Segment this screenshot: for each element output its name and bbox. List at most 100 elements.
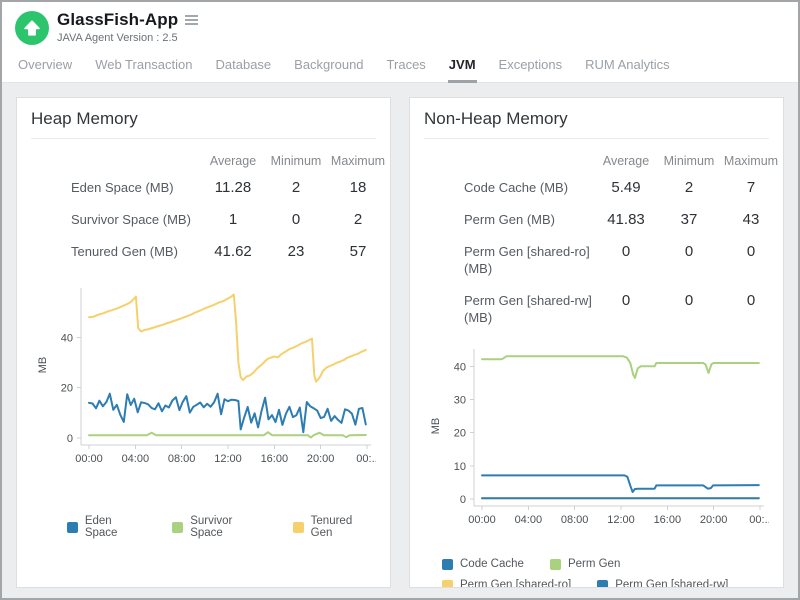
value-maximum: 2 <box>327 211 389 228</box>
tab-traces[interactable]: Traces <box>386 53 427 83</box>
heap-memory-panel: Heap Memory Average Minimum Maximum Eden… <box>16 97 391 588</box>
svg-text:20: 20 <box>61 383 73 395</box>
svg-text:12:00: 12:00 <box>214 453 242 465</box>
value-maximum: 18 <box>327 179 389 196</box>
heap-memory-chart[interactable]: 0204000:0004:0008:0012:0016:0020:0000:..… <box>31 280 376 483</box>
column-header-minimum: Minimum <box>265 153 327 170</box>
value-minimum: 0 <box>658 292 720 309</box>
heap-stats-table: Average Minimum Maximum Eden Space (MB) … <box>31 153 389 260</box>
tab-background[interactable]: Background <box>293 53 364 83</box>
value-minimum: 0 <box>265 211 327 228</box>
row-label: Eden Space (MB) <box>31 179 201 196</box>
svg-text:40: 40 <box>61 332 73 344</box>
table-header-row: Average Minimum Maximum <box>31 153 389 170</box>
row-label: Code Cache (MB) <box>424 179 594 196</box>
table-row: Code Cache (MB) 5.49 2 7 <box>424 179 782 196</box>
svg-text:40: 40 <box>454 361 466 373</box>
svg-text:00:..: 00:.. <box>356 453 376 465</box>
legend-item[interactable]: Perm Gen [shared-rw] <box>597 579 728 588</box>
svg-text:0: 0 <box>67 433 73 445</box>
non-heap-memory-chart-svg[interactable]: 01020304000:0004:0008:0012:0016:0020:000… <box>424 341 769 539</box>
svg-text:0: 0 <box>460 494 466 506</box>
legend-swatch <box>442 559 453 570</box>
column-header-maximum: Maximum <box>327 153 389 170</box>
legend-swatch <box>550 559 561 570</box>
value-maximum: 0 <box>720 243 782 260</box>
table-row: Perm Gen (MB) 41.83 37 43 <box>424 211 782 228</box>
tab-overview[interactable]: Overview <box>17 53 73 83</box>
column-header-maximum: Maximum <box>720 153 782 170</box>
legend-swatch <box>293 522 304 533</box>
row-label: Perm Gen (MB) <box>424 211 594 228</box>
value-minimum: 0 <box>658 243 720 260</box>
tab-bar: Overview Web Transaction Database Backgr… <box>2 47 798 83</box>
value-average: 0 <box>594 243 658 260</box>
panel-title: Non-Heap Memory <box>424 109 769 139</box>
svg-text:04:00: 04:00 <box>122 453 150 465</box>
value-maximum: 7 <box>720 179 782 196</box>
table-row: Perm Gen [shared-rw] (MB) 0 0 0 <box>424 292 782 326</box>
legend-swatch <box>172 522 183 533</box>
svg-text:04:00: 04:00 <box>515 514 543 526</box>
svg-text:20:00: 20:00 <box>700 514 728 526</box>
value-average: 41.83 <box>594 211 658 228</box>
tab-database[interactable]: Database <box>215 53 273 83</box>
value-average: 0 <box>594 292 658 309</box>
column-header-average: Average <box>201 153 265 170</box>
legend-swatch <box>597 580 608 589</box>
value-average: 11.28 <box>201 179 265 196</box>
app-header: GlassFish-App JAVA Agent Version : 2.5 <box>2 2 798 47</box>
column-header-average: Average <box>594 153 658 170</box>
jvm-content-area: Heap Memory Average Minimum Maximum Eden… <box>2 83 798 598</box>
value-minimum: 2 <box>658 179 720 196</box>
svg-text:12:00: 12:00 <box>607 514 635 526</box>
svg-text:20:00: 20:00 <box>307 453 335 465</box>
svg-text:00:..: 00:.. <box>749 514 769 526</box>
row-label: Perm Gen [shared-rw] (MB) <box>424 292 594 326</box>
svg-text:08:00: 08:00 <box>168 453 196 465</box>
legend-item[interactable]: Tenured Gen <box>293 515 376 539</box>
legend-item[interactable]: Perm Gen <box>550 558 620 570</box>
non-heap-memory-chart[interactable]: 01020304000:0004:0008:0012:0016:0020:000… <box>424 341 769 544</box>
tab-jvm[interactable]: JVM <box>448 53 477 83</box>
svg-text:16:00: 16:00 <box>654 514 682 526</box>
legend-item[interactable]: Code Cache <box>442 558 524 570</box>
table-header-row: Average Minimum Maximum <box>424 153 782 170</box>
table-row: Perm Gen [shared-ro] (MB) 0 0 0 <box>424 243 782 277</box>
value-average: 1 <box>201 211 265 228</box>
value-minimum: 2 <box>265 179 327 196</box>
hamburger-menu-icon[interactable] <box>183 13 200 27</box>
svg-text:10: 10 <box>454 461 466 473</box>
legend-item[interactable]: Survivor Space <box>172 515 266 539</box>
panel-title: Heap Memory <box>31 109 376 139</box>
value-maximum: 43 <box>720 211 782 228</box>
legend-item[interactable]: Perm Gen [shared-ro] <box>442 579 571 588</box>
value-minimum: 23 <box>265 243 327 260</box>
table-row: Survivor Space (MB) 1 0 2 <box>31 211 389 228</box>
non-heap-memory-panel: Non-Heap Memory Average Minimum Maximum … <box>409 97 784 588</box>
column-header-minimum: Minimum <box>658 153 720 170</box>
up-arrow-icon <box>22 18 42 38</box>
svg-text:00:00: 00:00 <box>468 514 496 526</box>
svg-text:MB: MB <box>37 357 49 374</box>
heap-memory-chart-svg[interactable]: 0204000:0004:0008:0012:0016:0020:0000:..… <box>31 280 376 478</box>
svg-text:08:00: 08:00 <box>561 514 589 526</box>
value-minimum: 37 <box>658 211 720 228</box>
legend-item[interactable]: Eden Space <box>67 515 146 539</box>
tab-exceptions[interactable]: Exceptions <box>498 53 564 83</box>
svg-text:MB: MB <box>430 418 442 435</box>
app-status-icon <box>15 11 49 45</box>
agent-version-label: JAVA Agent Version : 2.5 <box>57 32 200 44</box>
value-maximum: 0 <box>720 292 782 309</box>
row-label: Survivor Space (MB) <box>31 211 201 228</box>
legend-swatch <box>67 522 78 533</box>
table-row: Tenured Gen (MB) 41.62 23 57 <box>31 243 389 260</box>
row-label: Tenured Gen (MB) <box>31 243 201 260</box>
value-average: 5.49 <box>594 179 658 196</box>
table-row: Eden Space (MB) 11.28 2 18 <box>31 179 389 196</box>
row-label: Perm Gen [shared-ro] (MB) <box>424 243 594 277</box>
non-heap-stats-table: Average Minimum Maximum Code Cache (MB) … <box>424 153 782 326</box>
tab-web-transaction[interactable]: Web Transaction <box>94 53 193 83</box>
tab-rum-analytics[interactable]: RUM Analytics <box>584 53 671 83</box>
value-average: 41.62 <box>201 243 265 260</box>
